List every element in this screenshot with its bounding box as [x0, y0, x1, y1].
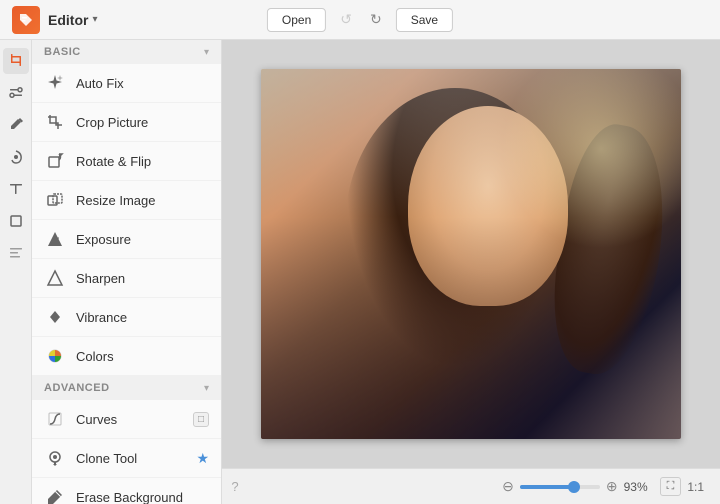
auto-fix-icon — [44, 72, 66, 94]
shapes-icon-btn[interactable] — [3, 208, 29, 234]
clone-tool-icon — [44, 447, 66, 469]
erase-bg-tool-icon — [44, 486, 66, 504]
curves-tool-icon — [44, 408, 66, 430]
clone-label: Clone Tool — [76, 451, 186, 466]
tools-panel: Basic ▾ Auto Fix Crop Picture — [32, 40, 222, 504]
main-area: Basic ▾ Auto Fix Crop Picture — [0, 40, 720, 504]
app-logo — [12, 6, 40, 34]
rotate-tool-icon — [44, 150, 66, 172]
photo-image — [261, 69, 681, 439]
zoom-ratio: 1:1 — [687, 480, 704, 494]
curves-label: Curves — [76, 412, 183, 427]
tool-item-resize[interactable]: Resize Image — [32, 181, 221, 220]
zoom-slider-fill — [520, 485, 572, 489]
erase-bg-label: Erase Background — [76, 490, 209, 504]
canvas-area: ⊖ ⊕ 93% ⛶ 1:1 ? — [222, 40, 720, 504]
text-icon-btn[interactable] — [3, 176, 29, 202]
canvas-wrapper — [222, 40, 720, 468]
zoom-fit-button[interactable]: ⛶ — [660, 477, 682, 496]
topbar: Editor ▾ Open ↺ ↻ Save — [0, 0, 720, 40]
zoom-slider-thumb — [568, 481, 580, 493]
zoom-percent: 93% — [624, 480, 654, 494]
exposure-tool-icon — [44, 228, 66, 250]
basic-section-header[interactable]: Basic ▾ — [32, 40, 221, 64]
help-button[interactable]: ? — [222, 468, 248, 504]
help-icon: ? — [231, 479, 238, 494]
tool-item-curves[interactable]: Curves □ — [32, 400, 221, 439]
vibrance-tool-icon — [44, 306, 66, 328]
app-title: Editor — [48, 12, 88, 28]
advanced-chevron-icon: ▾ — [204, 383, 209, 394]
tool-item-auto-fix[interactable]: Auto Fix — [32, 64, 221, 103]
exposure-label: Exposure — [76, 232, 209, 247]
sharpen-label: Sharpen — [76, 271, 209, 286]
resize-label: Resize Image — [76, 193, 209, 208]
sidebar-icon-strip — [0, 40, 32, 504]
logo-icon — [18, 12, 34, 28]
curves-badge: □ — [193, 412, 209, 427]
zoom-controls: ⊖ ⊕ 93% ⛶ 1:1 — [502, 477, 704, 496]
tool-item-vibrance[interactable]: Vibrance — [32, 298, 221, 337]
photo-canvas[interactable] — [261, 69, 681, 439]
draw-icon-btn[interactable] — [3, 144, 29, 170]
tool-item-rotate[interactable]: Rotate & Flip — [32, 142, 221, 181]
tool-item-sharpen[interactable]: Sharpen — [32, 259, 221, 298]
paint-icon-btn[interactable] — [3, 112, 29, 138]
tool-item-colors[interactable]: Colors — [32, 337, 221, 376]
sharpen-tool-icon — [44, 267, 66, 289]
tool-item-crop[interactable]: Crop Picture — [32, 103, 221, 142]
auto-fix-label: Auto Fix — [76, 76, 209, 91]
zoom-in-icon[interactable]: ⊕ — [606, 478, 618, 495]
advanced-section-header[interactable]: Advanced ▾ — [32, 376, 221, 400]
crop-label: Crop Picture — [76, 115, 209, 130]
crop-icon-btn[interactable] — [3, 48, 29, 74]
redo-button[interactable]: ↻ — [366, 9, 386, 30]
resize-tool-icon — [44, 189, 66, 211]
tool-item-exposure[interactable]: Exposure — [32, 220, 221, 259]
tool-item-erase-bg[interactable]: Erase Background — [32, 478, 221, 504]
editor-dropdown-icon[interactable]: ▾ — [92, 14, 97, 25]
clone-badge: ★ — [196, 450, 209, 467]
adjust-icon-btn[interactable] — [3, 80, 29, 106]
colors-tool-icon — [44, 345, 66, 367]
vibrance-label: Vibrance — [76, 310, 209, 325]
crop-tool-icon — [44, 111, 66, 133]
rotate-label: Rotate & Flip — [76, 154, 209, 169]
colors-label: Colors — [76, 349, 209, 364]
advanced-section-label: Advanced — [44, 382, 110, 394]
tool-item-clone[interactable]: Clone Tool ★ — [32, 439, 221, 478]
save-button[interactable]: Save — [396, 8, 453, 32]
basic-chevron-icon: ▾ — [204, 47, 209, 58]
open-button[interactable]: Open — [267, 8, 326, 32]
basic-section-label: Basic — [44, 46, 81, 58]
topbar-center-controls: Open ↺ ↻ Save — [267, 8, 453, 32]
zoom-slider[interactable] — [520, 485, 600, 489]
bottom-bar: ⊖ ⊕ 93% ⛶ 1:1 — [222, 468, 720, 504]
undo-button[interactable]: ↺ — [336, 9, 356, 30]
zoom-out-icon[interactable]: ⊖ — [502, 478, 514, 495]
pattern-icon-btn[interactable] — [3, 240, 29, 266]
